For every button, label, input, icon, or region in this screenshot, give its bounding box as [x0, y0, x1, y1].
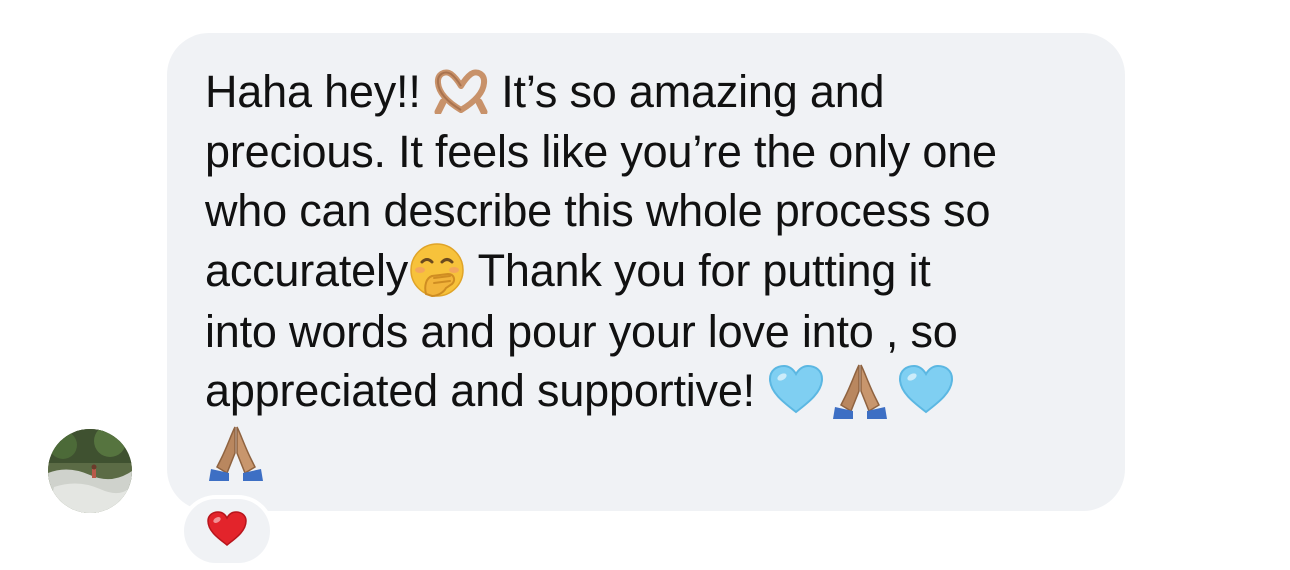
message-segment: Thank you for putting it: [466, 244, 931, 296]
folded-hands-icon: [829, 361, 891, 420]
message-line: accurately Thank you for putting it: [205, 241, 1105, 302]
message-segment: Haha hey!!: [205, 66, 433, 117]
sender-avatar[interactable]: [48, 429, 132, 513]
red-heart-icon: [206, 510, 248, 553]
message-line: [205, 423, 1105, 485]
message-text: Haha hey!! It’s so amazing and precious.…: [205, 62, 1105, 485]
light-blue-heart-icon: [767, 364, 825, 416]
message-segment: accurately: [205, 244, 409, 296]
message-line: precious. It feels like you’re the only …: [205, 125, 997, 177]
light-blue-heart-icon: [897, 364, 955, 416]
message-line: into words and pour your love into , so: [205, 305, 958, 357]
message-segment: It’s so amazing and: [488, 66, 885, 117]
reaction-badge[interactable]: [184, 499, 270, 563]
message-segment: appreciated and supportive!: [205, 365, 768, 417]
message-line: appreciated and supportive!: [205, 361, 1105, 423]
avatar-photo-icon: [48, 429, 132, 513]
folded-hands-icon: [205, 423, 267, 482]
hand-over-mouth-face-icon: [408, 242, 466, 298]
heart-hands-icon: [433, 68, 489, 115]
message-line: who can describe this whole process so: [205, 185, 991, 236]
message-line: Haha hey!! It’s so amazing and: [205, 62, 1105, 122]
